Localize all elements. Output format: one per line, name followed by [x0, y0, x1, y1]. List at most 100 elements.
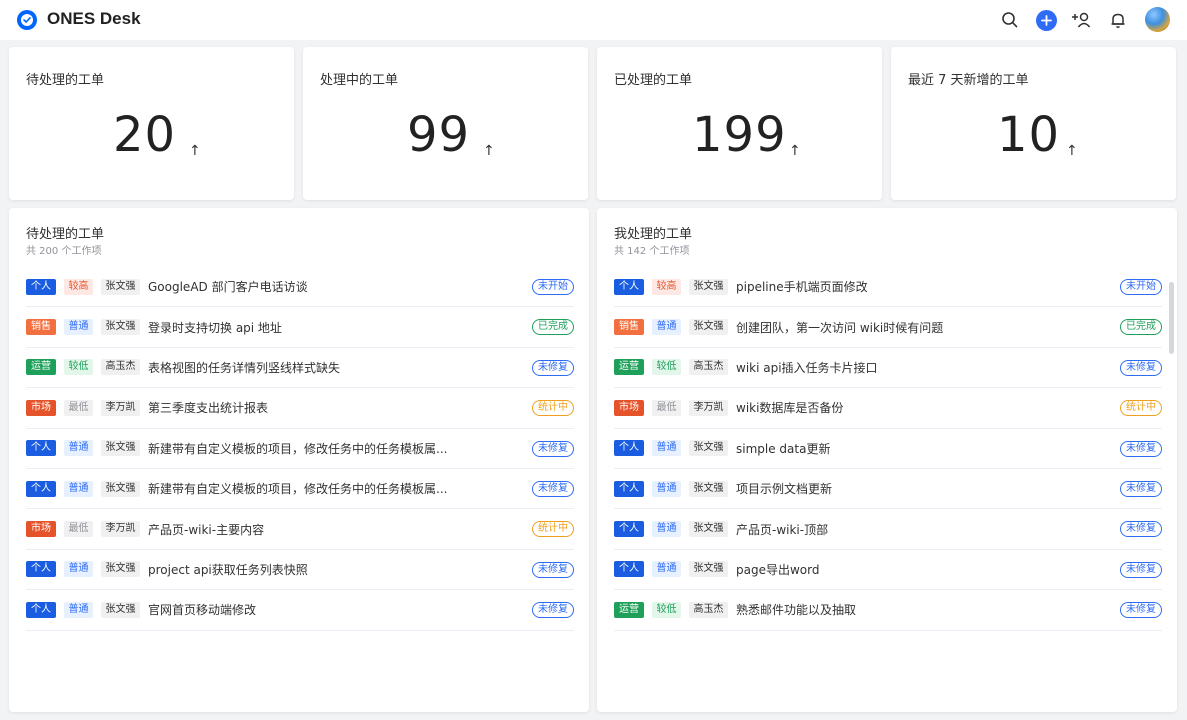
- ticket-title[interactable]: 产品页-wiki-主要内容: [148, 521, 264, 538]
- table-row[interactable]: 运营 较低 高玉杰 熟悉邮件功能以及抽取 未修复: [614, 590, 1162, 631]
- ticket-title[interactable]: pipeline手机端页面修改: [736, 278, 868, 295]
- add-icon[interactable]: [1035, 9, 1057, 31]
- ticket-title[interactable]: 新建带有自定义模板的项目，修改任务中的任务模板属...: [148, 440, 447, 457]
- avatar[interactable]: [1145, 7, 1170, 32]
- ticket-title[interactable]: simple data更新: [736, 440, 830, 457]
- ticket-title[interactable]: 官网首页移动端修改: [148, 601, 256, 618]
- panel-my-tickets: 我处理的工单 共 142 个工作项 个人 较高 张文强 pipeline手机端页面修改…: [597, 208, 1177, 712]
- table-row[interactable]: 个人 普通 张文强 产品页-wiki-顶部 未修复: [614, 509, 1162, 550]
- ticket-title[interactable]: 熟悉邮件功能以及抽取: [736, 601, 856, 618]
- add-user-icon[interactable]: [1070, 9, 1092, 31]
- status-badge: 未修复: [532, 602, 574, 619]
- table-row[interactable]: 个人 普通 张文强 page导出word 未修复: [614, 550, 1162, 591]
- ticket-title[interactable]: GoogleAD 部门客户电话访谈: [148, 278, 308, 295]
- status-badge: 未修复: [532, 359, 574, 376]
- arrow-up-icon: ↑: [1066, 143, 1078, 159]
- table-row[interactable]: 个人 普通 张文强 simple data更新 未修复: [614, 429, 1162, 469]
- table-row[interactable]: 个人 较高 张文强 GoogleAD 部门客户电话访谈 未开始: [26, 267, 574, 308]
- search-icon[interactable]: [999, 9, 1021, 31]
- category-tag: 市场: [26, 399, 56, 416]
- table-row[interactable]: 个人 普通 张文强 新建带有自定义模板的项目，修改任务中的任务模板属... 未修复: [26, 429, 574, 469]
- ticket-title[interactable]: 新建带有自定义模板的项目，修改任务中的任务模板属...: [148, 480, 447, 497]
- status-badge: 未修复: [532, 561, 574, 578]
- assignee-tag: 高玉杰: [101, 359, 140, 376]
- table-row[interactable]: 个人 普通 张文强 新建带有自定义模板的项目，修改任务中的任务模板属... 未修复: [26, 469, 574, 510]
- stat-card-processed[interactable]: 已处理的工单 199 ↑: [597, 47, 882, 200]
- stat-title: 最近 7 天新增的工单: [908, 73, 1029, 88]
- assignee-tag: 张文强: [689, 521, 728, 538]
- app-title: ONES Desk: [47, 9, 141, 28]
- ticket-title[interactable]: wiki数据库是否备份: [736, 399, 843, 416]
- category-tag: 个人: [26, 278, 56, 295]
- priority-tag: 普通: [652, 480, 681, 497]
- category-tag: 个人: [26, 440, 56, 457]
- scrollbar[interactable]: [1169, 282, 1174, 354]
- priority-tag: 较低: [64, 359, 93, 376]
- stat-value: 99: [407, 107, 471, 163]
- assignee-tag: 张文强: [689, 480, 728, 497]
- table-row[interactable]: 销售 普通 张文强 登录时支持切换 api 地址 已完成: [26, 307, 574, 348]
- priority-tag: 普通: [652, 561, 681, 578]
- table-row[interactable]: 市场 最低 李万凯 产品页-wiki-主要内容 统计中: [26, 509, 574, 550]
- assignee-tag: 李万凯: [101, 399, 140, 416]
- ticket-list: 个人 较高 张文强 GoogleAD 部门客户电话访谈 未开始 销售 普通 张文强 登录时支持切…: [26, 267, 574, 631]
- assignee-tag: 张文强: [689, 278, 728, 295]
- ticket-title[interactable]: 创建团队，第一次访问 wiki时候有问题: [736, 319, 943, 336]
- status-badge: 未修复: [532, 480, 574, 497]
- bell-icon[interactable]: [1107, 9, 1129, 31]
- category-tag: 个人: [614, 561, 644, 578]
- assignee-tag: 张文强: [689, 561, 728, 578]
- panel-title: 待处理的工单: [26, 227, 105, 242]
- table-row[interactable]: 市场 最低 李万凯 第三季度支出统计报表 统计中: [26, 388, 574, 429]
- priority-tag: 普通: [652, 440, 681, 457]
- status-badge: 未修复: [1120, 440, 1162, 457]
- ticket-title[interactable]: 登录时支持切换 api 地址: [148, 319, 282, 336]
- ticket-title[interactable]: 产品页-wiki-顶部: [736, 521, 828, 538]
- table-row[interactable]: 销售 普通 张文强 创建团队，第一次访问 wiki时候有问题 已完成: [614, 307, 1162, 348]
- stat-card-processing[interactable]: 处理中的工单 99 ↑: [303, 47, 588, 200]
- table-row[interactable]: 运营 较低 高玉杰 wiki api插入任务卡片接口 未修复: [614, 348, 1162, 389]
- status-badge: 未修复: [1120, 359, 1162, 376]
- stat-card-new-7days[interactable]: 最近 7 天新增的工单 10 ↑: [891, 47, 1176, 200]
- assignee-tag: 张文强: [101, 601, 140, 618]
- ticket-title[interactable]: wiki api插入任务卡片接口: [736, 359, 878, 376]
- status-badge: 未开始: [1120, 279, 1162, 295]
- category-tag: 个人: [26, 480, 56, 497]
- category-tag: 个人: [26, 601, 56, 618]
- priority-tag: 最低: [652, 399, 681, 416]
- table-row[interactable]: 市场 最低 李万凯 wiki数据库是否备份 统计中: [614, 388, 1162, 429]
- panel-subtitle: 共 142 个工作项: [614, 246, 690, 257]
- stat-value: 20: [113, 107, 177, 163]
- panel-pending-tickets: 待处理的工单 共 200 个工作项 个人 较高 张文强 GoogleAD 部门客户电话…: [9, 208, 589, 712]
- priority-tag: 普通: [64, 480, 93, 497]
- top-bar: ONES Desk: [0, 0, 1187, 40]
- table-row[interactable]: 运营 较低 高玉杰 表格视图的任务详情列竖线样式缺失 未修复: [26, 348, 574, 389]
- priority-tag: 普通: [652, 521, 681, 538]
- assignee-tag: 张文强: [101, 278, 140, 295]
- priority-tag: 普通: [64, 561, 93, 578]
- table-row[interactable]: 个人 普通 张文强 project api获取任务列表快照 未修复: [26, 550, 574, 591]
- category-tag: 运营: [26, 359, 56, 376]
- ones-logo-icon[interactable]: [17, 10, 37, 30]
- priority-tag: 最低: [64, 521, 93, 538]
- priority-tag: 较低: [652, 601, 681, 618]
- priority-tag: 较低: [652, 359, 681, 376]
- table-row[interactable]: 个人 较高 张文强 pipeline手机端页面修改 未开始: [614, 267, 1162, 308]
- table-row[interactable]: 个人 普通 张文强 项目示例文档更新 未修复: [614, 469, 1162, 510]
- assignee-tag: 张文强: [101, 480, 140, 497]
- table-row[interactable]: 个人 普通 张文强 官网首页移动端修改 未修复: [26, 590, 574, 631]
- ticket-title[interactable]: 项目示例文档更新: [736, 480, 832, 497]
- ticket-title[interactable]: page导出word: [736, 561, 819, 578]
- category-tag: 市场: [26, 521, 56, 538]
- priority-tag: 普通: [64, 319, 93, 336]
- panel-subtitle: 共 200 个工作项: [26, 246, 102, 257]
- stat-card-pending[interactable]: 待处理的工单 20 ↑: [9, 47, 294, 200]
- status-badge: 未修复: [1120, 521, 1162, 538]
- ticket-title[interactable]: 表格视图的任务详情列竖线样式缺失: [148, 359, 340, 376]
- category-tag: 个人: [614, 278, 644, 295]
- assignee-tag: 张文强: [101, 440, 140, 457]
- ticket-title[interactable]: project api获取任务列表快照: [148, 561, 308, 578]
- assignee-tag: 李万凯: [101, 521, 140, 538]
- assignee-tag: 高玉杰: [689, 601, 728, 618]
- ticket-title[interactable]: 第三季度支出统计报表: [148, 399, 268, 416]
